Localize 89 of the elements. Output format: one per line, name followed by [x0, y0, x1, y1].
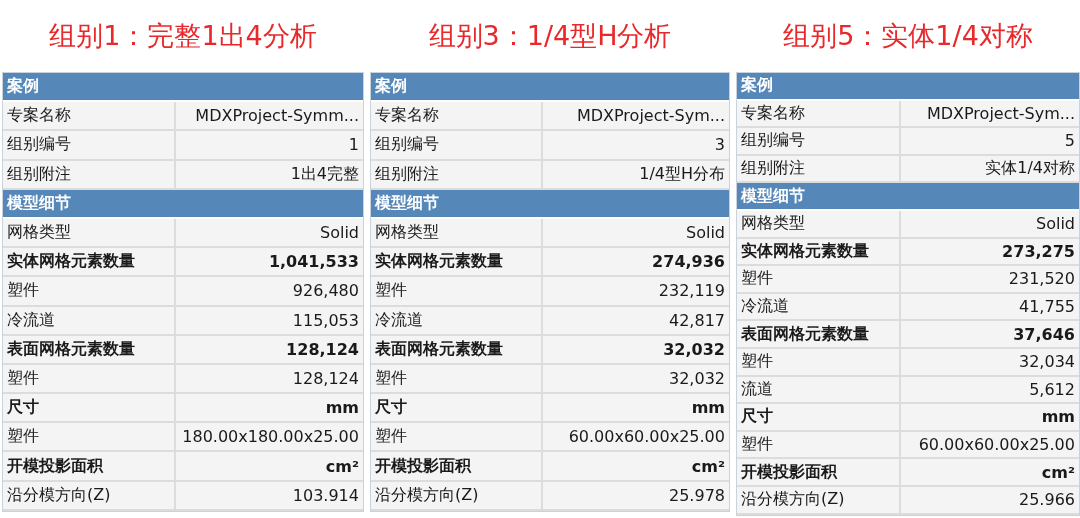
property-name: 开模投影面积 [737, 459, 902, 485]
property-name: 冷流道 [737, 293, 902, 320]
property-value: 实体1/4对称 [984, 157, 1076, 180]
section-header: 模型细节 [3, 189, 363, 219]
property-name: 网格类型 [3, 218, 176, 247]
property-name: 冷流道 [371, 306, 543, 334]
property-name: 塑件 [371, 364, 543, 393]
property-value: cm² [690, 455, 726, 478]
property-name: 塑件 [737, 348, 902, 375]
property-value: 273,275 [1001, 240, 1076, 263]
property-value: 1,041,533 [267, 251, 360, 274]
property-name: 开模投影面积 [3, 452, 176, 480]
property-value: 232,119 [657, 280, 726, 303]
property-value: 3 [713, 134, 726, 157]
property-name: 网格类型 [737, 210, 902, 237]
section-header: 模型细节 [737, 183, 1079, 211]
property-name: 表面网格元素数量 [371, 335, 543, 363]
property-value: 1出4完整 [289, 162, 360, 185]
property-name: 组别附注 [371, 160, 543, 188]
property-value: 128,124 [285, 338, 360, 361]
property-value: 32,034 [1018, 351, 1076, 374]
property-value: 231,520 [1007, 268, 1076, 291]
property-value: 60.00x60.00x25.00 [567, 426, 726, 449]
property-name: 专案名称 [3, 102, 176, 130]
group-title: 组别5：实体1/4对称 [782, 19, 1034, 53]
property-value: 32,032 [668, 367, 726, 390]
property-value: MDXProject-Sym... [925, 102, 1076, 125]
section-header: 模型细节 [371, 189, 729, 219]
property-name: 专案名称 [737, 100, 902, 127]
property-value: mm [324, 397, 360, 420]
property-name: 实体网格元素数量 [3, 248, 176, 276]
property-value: 60.00x60.00x25.00 [917, 434, 1076, 456]
property-name: 冷流道 [3, 306, 176, 334]
property-value: 25.978 [668, 484, 726, 507]
property-value: 5 [1063, 130, 1076, 153]
property-value: MDXProject-Sym... [575, 105, 726, 128]
property-value: Solid [685, 222, 726, 245]
property-name: 表面网格元素数量 [3, 335, 176, 363]
property-name: 塑件 [3, 364, 176, 393]
property-value: Solid [319, 222, 360, 245]
property-name: 尺寸 [737, 404, 902, 430]
property-value: MDXProject-Symm... [194, 105, 360, 128]
property-value: 5,612 [1028, 378, 1076, 401]
property-name: 实体网格元素数量 [737, 238, 902, 265]
group-title: 组别1：完整1出4分析 [48, 19, 318, 53]
property-value: 37,646 [1012, 323, 1076, 346]
section-header: 案例 [3, 73, 363, 103]
property-name: 组别附注 [3, 160, 176, 188]
property-name: 沿分模方向(Z) [737, 486, 902, 513]
property-name: 组别编号 [3, 131, 176, 159]
property-value: 115,053 [291, 309, 360, 332]
property-value: 25.966 [1018, 489, 1076, 512]
property-name: 网格类型 [371, 218, 543, 247]
property-value: cm² [1040, 461, 1076, 484]
property-name: 流道 [737, 376, 902, 403]
property-name: 塑件 [737, 266, 902, 292]
property-value: 180.00x180.00x25.00 [181, 426, 360, 449]
property-value: Solid [1035, 213, 1076, 236]
property-value: 41,755 [1018, 296, 1076, 319]
property-name: 尺寸 [371, 394, 543, 422]
property-value: 274,936 [651, 251, 726, 274]
property-value: 1/4型H分布 [638, 162, 726, 185]
section-header: 案例 [737, 73, 1079, 101]
property-value: 42,817 [668, 309, 726, 332]
property-name: 组别编号 [737, 128, 902, 154]
property-value: 103.914 [291, 484, 360, 507]
property-value: mm [690, 397, 726, 420]
property-name: 塑件 [371, 277, 543, 305]
property-value: 128,124 [291, 367, 360, 390]
property-value: cm² [324, 455, 360, 478]
property-name: 开模投影面积 [371, 452, 543, 480]
property-value: 926,480 [291, 280, 360, 303]
property-name: 实体网格元素数量 [371, 248, 543, 276]
property-name: 塑件 [3, 423, 176, 451]
property-value: 32,032 [662, 338, 726, 361]
group-title: 组别3：1/4型H分析 [427, 19, 673, 53]
property-name: 组别编号 [371, 131, 543, 159]
property-name: 组别附注 [737, 155, 902, 182]
section-header: 案例 [371, 73, 729, 103]
property-name: 表面网格元素数量 [737, 321, 902, 347]
property-name: 沿分模方向(Z) [3, 481, 176, 509]
property-name: 塑件 [737, 431, 902, 458]
property-name: 塑件 [3, 277, 176, 305]
property-value: mm [1040, 406, 1076, 429]
property-name: 塑件 [371, 423, 543, 451]
property-name: 专案名称 [371, 102, 543, 130]
property-value: 1 [347, 134, 360, 157]
property-name: 尺寸 [3, 394, 176, 422]
property-name: 沿分模方向(Z) [371, 481, 543, 509]
